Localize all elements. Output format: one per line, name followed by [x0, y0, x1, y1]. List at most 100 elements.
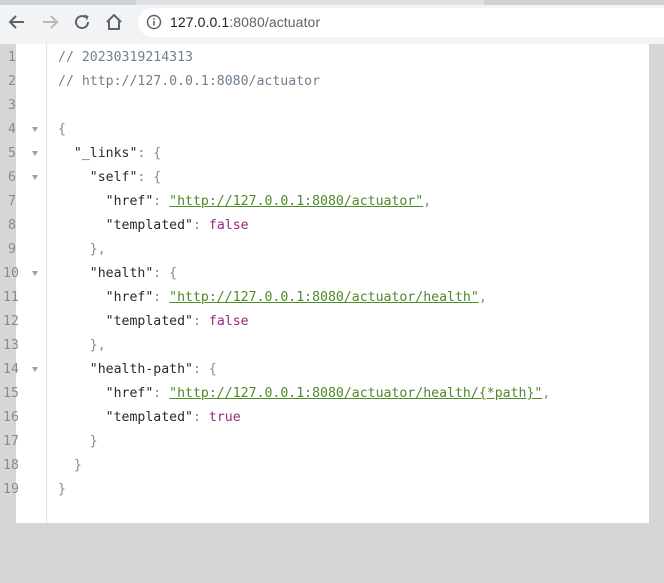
line-number: 14	[3, 362, 19, 377]
code-text: }	[58, 454, 82, 478]
back-button[interactable]	[6, 11, 28, 33]
fold-toggle-icon[interactable]	[32, 175, 38, 180]
json-key: "templated"	[105, 410, 193, 425]
json-key: "self"	[89, 170, 138, 185]
line-number: 7	[8, 194, 16, 209]
punctuation: :	[153, 386, 170, 401]
json-key: "health-path"	[89, 362, 193, 377]
code-text: },	[58, 238, 106, 262]
code-line: 14 "health-path": {	[3, 358, 649, 382]
fold-toggle-icon[interactable]	[32, 271, 38, 276]
punctuation: }	[73, 458, 82, 473]
punctuation: : {	[137, 170, 162, 185]
code-line: 18 }	[3, 454, 649, 478]
code-text: }	[58, 430, 98, 454]
home-button[interactable]	[103, 11, 125, 33]
code-line: 9 },	[8, 238, 649, 262]
punctuation: : {	[192, 362, 217, 377]
code-line: 17 }	[3, 430, 649, 454]
punctuation: },	[89, 242, 106, 257]
url-link[interactable]: "http://127.0.0.1:8080/actuator"	[169, 194, 423, 209]
line-number: 10	[3, 266, 19, 281]
code-text: "health-path": {	[58, 358, 217, 382]
punctuation: :	[192, 410, 209, 425]
code-text: "href": "http://127.0.0.1:8080/actuator/…	[58, 382, 551, 406]
punctuation: }	[89, 434, 98, 449]
punctuation: :	[192, 314, 209, 329]
line-number: 12	[3, 314, 19, 329]
scrollbar-track[interactable]	[649, 44, 664, 539]
punctuation: :	[153, 290, 170, 305]
code-text: "self": {	[58, 166, 161, 190]
code-text: "href": "http://127.0.0.1:8080/actuator/…	[58, 286, 487, 310]
code-line: 2 // http://127.0.0.1:8080/actuator	[8, 70, 649, 94]
url-link[interactable]: "http://127.0.0.1:8080/actuator/health/{…	[169, 386, 542, 401]
code-text: "templated": false	[58, 214, 249, 238]
browser-toolbar: 127.0.0.1:8080/actuator	[0, 0, 664, 45]
home-icon	[106, 14, 122, 30]
line-number: 2	[8, 74, 16, 89]
punctuation: ,	[423, 194, 432, 209]
address-bar[interactable]: 127.0.0.1:8080/actuator	[138, 8, 664, 37]
code-line: 10 "health": {	[3, 262, 649, 286]
line-number: 6	[8, 170, 16, 185]
code-line: 1 // 20230319214313	[8, 46, 649, 70]
url-text[interactable]: 127.0.0.1:8080/actuator	[170, 14, 320, 30]
tab-shade-left	[0, 0, 136, 5]
line-number: 1	[8, 50, 16, 65]
punctuation: }	[58, 482, 66, 497]
url-link[interactable]: "http://127.0.0.1:8080/actuator/health"	[169, 290, 479, 305]
line-number: 9	[8, 242, 16, 257]
json-key: "templated"	[105, 218, 193, 233]
code-text: },	[58, 334, 106, 358]
forward-button[interactable]	[39, 11, 61, 33]
info-icon[interactable]	[146, 14, 162, 30]
comment-text: // http://127.0.0.1:8080/actuator	[58, 74, 321, 89]
tab-shade-right	[484, 0, 664, 5]
code-text: "templated": false	[58, 310, 249, 334]
fold-toggle-icon[interactable]	[32, 367, 38, 372]
code-line: 7 "href": "http://127.0.0.1:8080/actuato…	[8, 190, 649, 214]
code-line: 11 "href": "http://127.0.0.1:8080/actuat…	[3, 286, 649, 310]
line-number: 11	[3, 290, 19, 305]
json-viewer: 1 // 20230319214313 2 // http://127.0.0.1:8…	[0, 44, 649, 583]
json-key: "templated"	[105, 314, 193, 329]
code-text: }	[58, 478, 66, 502]
code-line: 3	[8, 94, 649, 118]
code-line: 8 "templated": false	[8, 214, 649, 238]
url-path: :8080/actuator	[229, 14, 321, 30]
code-line: 16 "templated": true	[3, 406, 649, 430]
punctuation: ,	[478, 290, 487, 305]
code-text: // 20230319214313	[58, 46, 193, 70]
code-line: 13 },	[3, 334, 649, 358]
fold-toggle-icon[interactable]	[32, 151, 38, 156]
boolean-value: true	[208, 410, 241, 425]
punctuation: : {	[137, 146, 162, 161]
code-text: "health": {	[58, 262, 177, 286]
line-number: 19	[3, 482, 19, 497]
comment-text: // 20230319214313	[58, 50, 193, 65]
reload-button[interactable]	[71, 11, 93, 33]
line-number: 5	[8, 146, 16, 161]
back-arrow-icon	[8, 15, 24, 29]
tab-strip	[0, 0, 664, 5]
code-line: 5 "_links": {	[8, 142, 649, 166]
boolean-value: false	[208, 314, 249, 329]
punctuation: {	[58, 122, 66, 137]
fold-toggle-icon[interactable]	[32, 127, 38, 132]
code-text: "_links": {	[58, 142, 161, 166]
json-key: "_links"	[73, 146, 138, 161]
punctuation: },	[89, 338, 106, 353]
reload-icon	[75, 14, 90, 30]
